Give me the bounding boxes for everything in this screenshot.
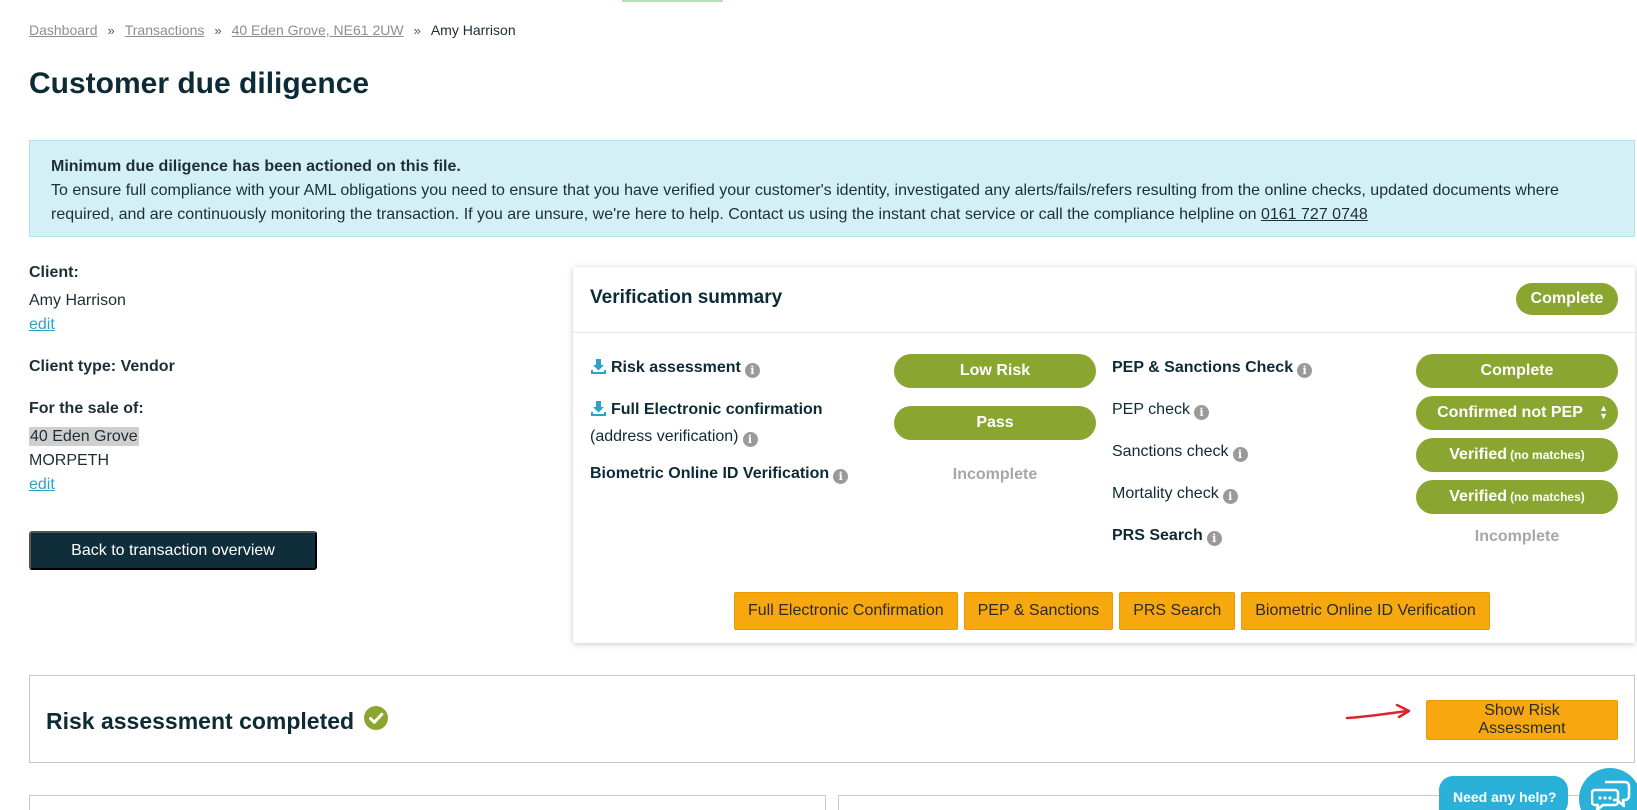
- client-edit-link[interactable]: edit: [29, 316, 55, 340]
- biometric-row: Biometric Online ID Verification i: [590, 462, 849, 486]
- breadcrumb-separator: »: [413, 22, 421, 38]
- prs-search-label: PRS Search: [1112, 527, 1203, 544]
- chat-launcher-button[interactable]: [1579, 768, 1637, 810]
- verification-summary-title: Verification summary: [590, 287, 783, 308]
- client-details: Client: Amy Harrison edit Client type: V…: [29, 264, 529, 494]
- download-icon[interactable]: [590, 400, 607, 425]
- breadcrumb: Dashboard » Transactions » 40 Eden Grove…: [29, 22, 516, 38]
- pep-sanctions-label: PEP & Sanctions Check: [1112, 359, 1294, 376]
- check-circle-icon: [364, 706, 389, 736]
- risk-assessment-row: Risk assessment i: [590, 356, 760, 383]
- electronic-confirmation-label: Full Electronic confirmation: [611, 401, 823, 418]
- breadcrumb-separator: »: [107, 22, 115, 38]
- electronic-confirmation-status: Pass: [894, 406, 1096, 440]
- risk-assessment-title-text: Risk assessment completed: [46, 707, 355, 734]
- breadcrumb-separator: »: [214, 22, 222, 38]
- page-title: Customer due diligence: [29, 67, 370, 100]
- chat-icon: [1591, 780, 1631, 810]
- client-label: Client:: [29, 264, 79, 281]
- info-icon[interactable]: i: [742, 432, 758, 447]
- info-icon[interactable]: i: [1297, 363, 1313, 378]
- breadcrumb-current: Amy Harrison: [430, 22, 516, 38]
- prs-search-row: PRS Search i: [1112, 524, 1222, 548]
- electronic-confirmation-sublabel: (address verification): [590, 428, 739, 445]
- prs-search-status: Incomplete: [1474, 528, 1560, 545]
- pep-sanctions-row: PEP & Sanctions Check i: [1112, 356, 1313, 380]
- risk-assessment-status: Low Risk: [894, 354, 1096, 388]
- address-edit-link[interactable]: edit: [29, 476, 55, 494]
- download-icon[interactable]: [590, 358, 607, 383]
- sale-label: For the sale of:: [29, 400, 144, 417]
- mortality-check-note: (no matches): [1510, 490, 1585, 504]
- address-line2: MORPETH: [29, 452, 109, 469]
- show-risk-assessment-button[interactable]: Show Risk Assessment: [1426, 700, 1618, 740]
- biometric-label: Biometric Online ID Verification: [590, 465, 830, 482]
- pep-check-select[interactable]: Confirmed not PEP ▲ ▼: [1416, 396, 1618, 430]
- mortality-check-status-text: Verified: [1449, 488, 1508, 505]
- info-icon[interactable]: i: [1222, 489, 1238, 504]
- back-to-overview-button[interactable]: Back to transaction overview: [29, 531, 317, 570]
- risk-assessment-label: Risk assessment: [611, 359, 741, 376]
- mortality-check-status: Verified (no matches): [1416, 480, 1618, 514]
- verification-actions: Full Electronic Confirmation PEP & Sanct…: [734, 592, 1490, 630]
- pep-sanctions-status: Complete: [1416, 354, 1618, 388]
- address-line1: 40 Eden Grove: [29, 427, 139, 446]
- breadcrumb-transactions-link[interactable]: Transactions: [125, 22, 205, 38]
- sanctions-check-row: Sanctions check i: [1112, 440, 1248, 464]
- bottom-panel-left: [29, 795, 826, 810]
- pep-check-label: PEP check: [1112, 401, 1190, 418]
- verification-summary-header: Verification summary Complete: [573, 267, 1635, 333]
- pep-check-row: PEP check i: [1112, 398, 1209, 422]
- info-icon[interactable]: i: [1232, 447, 1248, 462]
- full-electronic-confirmation-button[interactable]: Full Electronic Confirmation: [734, 592, 958, 630]
- biometric-status: Incomplete: [952, 466, 1038, 483]
- info-icon[interactable]: i: [744, 363, 760, 378]
- sanctions-check-note: (no matches): [1510, 448, 1585, 462]
- risk-assessment-title: Risk assessment completed: [46, 706, 389, 736]
- helpline-phone-link[interactable]: 0161 727 0748: [1261, 206, 1368, 223]
- pep-check-status: Confirmed not PEP: [1437, 404, 1583, 421]
- mortality-check-label: Mortality check: [1112, 485, 1219, 502]
- verification-summary-card: Verification summary Complete Risk asses…: [573, 267, 1635, 643]
- info-icon[interactable]: i: [1206, 531, 1222, 546]
- notice-body: To ensure full compliance with your AML …: [51, 179, 1613, 227]
- breadcrumb-dashboard-link[interactable]: Dashboard: [29, 22, 98, 38]
- info-icon[interactable]: i: [1193, 405, 1209, 420]
- pep-sanctions-button[interactable]: PEP & Sanctions: [963, 592, 1114, 630]
- select-arrows-icon: ▲ ▼: [1599, 403, 1608, 421]
- need-help-bubble[interactable]: Need any help?: [1439, 776, 1568, 810]
- prs-search-button[interactable]: PRS Search: [1119, 592, 1236, 630]
- info-icon[interactable]: i: [833, 469, 849, 484]
- annotation-arrow-icon: [1345, 703, 1411, 720]
- sanctions-check-status: Verified (no matches): [1416, 438, 1618, 472]
- biometric-verification-button[interactable]: Biometric Online ID Verification: [1241, 592, 1490, 630]
- electronic-confirmation-row: Full Electronic confirmation (address ve…: [590, 398, 823, 449]
- top-accent-bar: [622, 0, 723, 2]
- verification-status-badge: Complete: [1516, 283, 1618, 315]
- mortality-check-row: Mortality check i: [1112, 482, 1238, 506]
- client-type: Client type: Vendor: [29, 358, 175, 375]
- sanctions-check-label: Sanctions check: [1112, 443, 1229, 460]
- breadcrumb-property-link[interactable]: 40 Eden Grove, NE61 2UW: [232, 22, 404, 38]
- sanctions-check-status-text: Verified: [1449, 446, 1508, 463]
- address-line1-row: 40 Eden Grove: [29, 427, 529, 452]
- compliance-notice: Minimum due diligence has been actioned …: [29, 140, 1635, 237]
- client-name: Amy Harrison: [29, 292, 126, 309]
- notice-heading: Minimum due diligence has been actioned …: [51, 158, 461, 175]
